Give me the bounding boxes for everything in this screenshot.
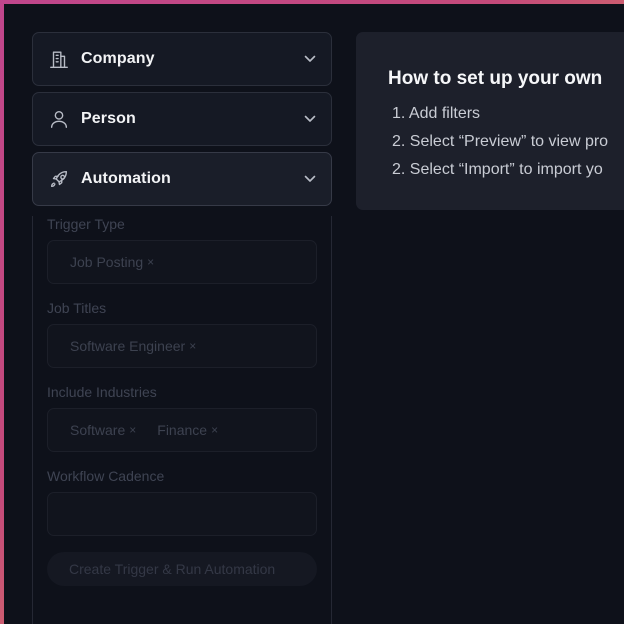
remove-chip-icon[interactable]: × <box>211 423 218 437</box>
instructions-steps: 1. Add filters 2. Select “Preview” to vi… <box>392 100 608 184</box>
job-titles-label: Job Titles <box>47 300 107 316</box>
automation-accordion-label: Automation <box>81 170 171 187</box>
filter-sidebar: Company Person Automation Trigger Type J… <box>32 32 332 624</box>
chip-label: Job Posting <box>70 254 144 270</box>
instructions-card: How to set up your own 1. Add filters 2.… <box>356 32 624 210</box>
chevron-down-icon <box>303 112 317 126</box>
trigger-type-field[interactable]: Job Posting × <box>47 240 317 284</box>
create-trigger-button[interactable]: Create Trigger & Run Automation <box>47 552 317 586</box>
app-frame: Company Person Automation Trigger Type J… <box>4 4 624 624</box>
industry-chip: Software × <box>70 422 136 438</box>
chip-label: Finance <box>157 422 208 438</box>
chip-label: Software <box>70 422 126 438</box>
automation-accordion[interactable]: Automation <box>32 152 332 206</box>
instruction-step: 2. Select “Import” to import yo <box>392 161 603 178</box>
workflow-cadence-field[interactable] <box>47 492 317 536</box>
include-industries-label: Include Industries <box>47 384 157 400</box>
automation-panel: Trigger Type Job Posting × Job Titles So… <box>32 216 332 624</box>
building-icon <box>47 47 71 71</box>
industry-chip: Finance × <box>157 422 218 438</box>
workflow-cadence-label: Workflow Cadence <box>47 468 165 484</box>
user-icon <box>47 107 71 131</box>
company-accordion[interactable]: Company <box>32 32 332 86</box>
trigger-type-chip: Job Posting × <box>70 254 154 270</box>
instructions-title: How to set up your own <box>388 68 603 89</box>
chip-label: Software Engineer <box>70 338 186 354</box>
remove-chip-icon[interactable]: × <box>129 423 136 437</box>
remove-chip-icon[interactable]: × <box>189 339 196 353</box>
instruction-step: 1. Add filters <box>392 105 481 122</box>
remove-chip-icon[interactable]: × <box>147 255 154 269</box>
chevron-down-icon <box>303 52 317 66</box>
chevron-down-icon <box>303 172 317 186</box>
job-title-chip: Software Engineer × <box>70 338 196 354</box>
company-accordion-label: Company <box>81 50 155 67</box>
job-titles-field[interactable]: Software Engineer × <box>47 324 317 368</box>
person-accordion-label: Person <box>81 110 136 127</box>
instruction-step: 2. Select “Preview” to view pro <box>392 133 609 150</box>
person-accordion[interactable]: Person <box>32 92 332 146</box>
rocket-icon <box>47 167 71 191</box>
trigger-type-label: Trigger Type <box>47 216 125 232</box>
include-industries-field[interactable]: Software × Finance × <box>47 408 317 452</box>
